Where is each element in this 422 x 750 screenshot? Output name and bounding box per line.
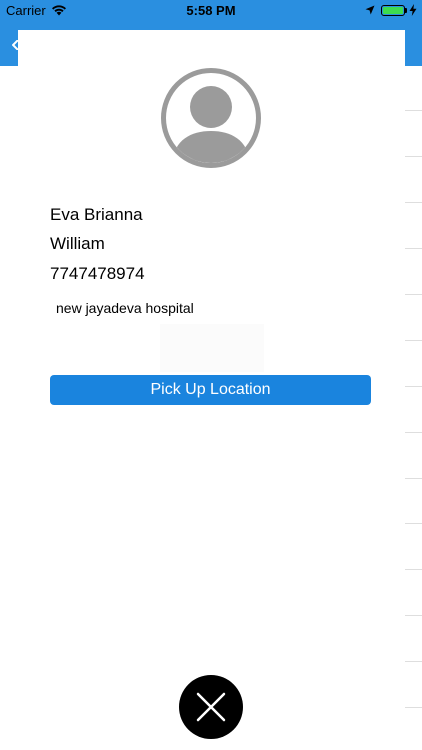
list-divider	[405, 156, 422, 157]
placeholder-box	[160, 324, 264, 372]
battery-level	[383, 7, 403, 14]
close-icon	[196, 692, 226, 722]
battery-tip	[405, 8, 407, 13]
close-button[interactable]	[179, 675, 243, 739]
list-divider	[405, 248, 422, 249]
list-divider	[405, 340, 422, 341]
battery-icon	[381, 5, 405, 16]
address-text: new jayadeva hospital	[56, 300, 194, 316]
pickup-location-button[interactable]: Pick Up Location	[50, 375, 371, 405]
phone-number-text: 7747478974	[50, 264, 145, 283]
clock-time: 5:58 PM	[186, 3, 236, 18]
list-divider	[405, 432, 422, 433]
user-avatar-icon	[161, 68, 261, 168]
list-divider	[405, 110, 422, 111]
bolt-icon	[409, 4, 417, 16]
last-name-text: William	[50, 234, 105, 253]
list-divider	[405, 294, 422, 295]
list-divider	[405, 386, 422, 387]
list-divider	[405, 202, 422, 203]
screen: Carrier 5:58 PM Eva Brianna William 7747…	[0, 0, 422, 750]
status-bar: Carrier 5:58 PM	[0, 0, 422, 22]
first-name-text: Eva Brianna	[50, 205, 143, 224]
location-arrow-icon	[365, 5, 375, 15]
